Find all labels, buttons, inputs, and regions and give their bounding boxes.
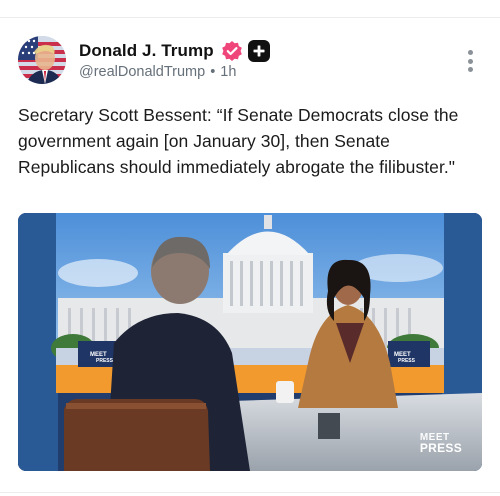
author-display-name[interactable]: Donald J. Trump bbox=[79, 41, 214, 61]
video-frame-image: MEET PRESS MEET PRESS bbox=[18, 213, 482, 471]
author-handle[interactable]: @realDonaldTrump bbox=[79, 64, 205, 80]
more-vertical-icon-dot bbox=[467, 50, 473, 55]
watermark-line2: PRESS bbox=[419, 441, 462, 455]
author-avatar[interactable] bbox=[18, 36, 66, 84]
meet-the-press-watermark: MEET PRESS bbox=[419, 432, 462, 455]
post-meta: @realDonaldTrump • 1h bbox=[79, 64, 236, 80]
bottom-divider bbox=[0, 492, 500, 493]
top-divider bbox=[0, 17, 500, 18]
more-vertical-icon-dot bbox=[467, 58, 473, 64]
author-name-row: Donald J. Trump bbox=[79, 39, 270, 63]
post-timestamp[interactable]: 1h bbox=[220, 64, 236, 80]
more-options-button[interactable] bbox=[466, 50, 474, 72]
watermark-line1: MEET bbox=[419, 432, 450, 443]
post-media-video[interactable]: MEET PRESS MEET PRESS MEET PRESS bbox=[18, 213, 482, 471]
svg-text:PRESS: PRESS bbox=[398, 358, 416, 364]
svg-text:PRESS: PRESS bbox=[96, 358, 114, 364]
more-vertical-icon-dot bbox=[467, 67, 473, 72]
post-body-text: Secretary Scott Bessent: “If Senate Demo… bbox=[18, 105, 459, 177]
meta-separator: • bbox=[210, 64, 216, 80]
plus-badge-icon bbox=[247, 40, 270, 62]
verified-check-icon bbox=[221, 41, 242, 61]
post-header: Donald J. Trump @realDonaldTrump • 1h bbox=[18, 36, 482, 88]
flag-portrait-avatar-icon bbox=[18, 36, 66, 84]
